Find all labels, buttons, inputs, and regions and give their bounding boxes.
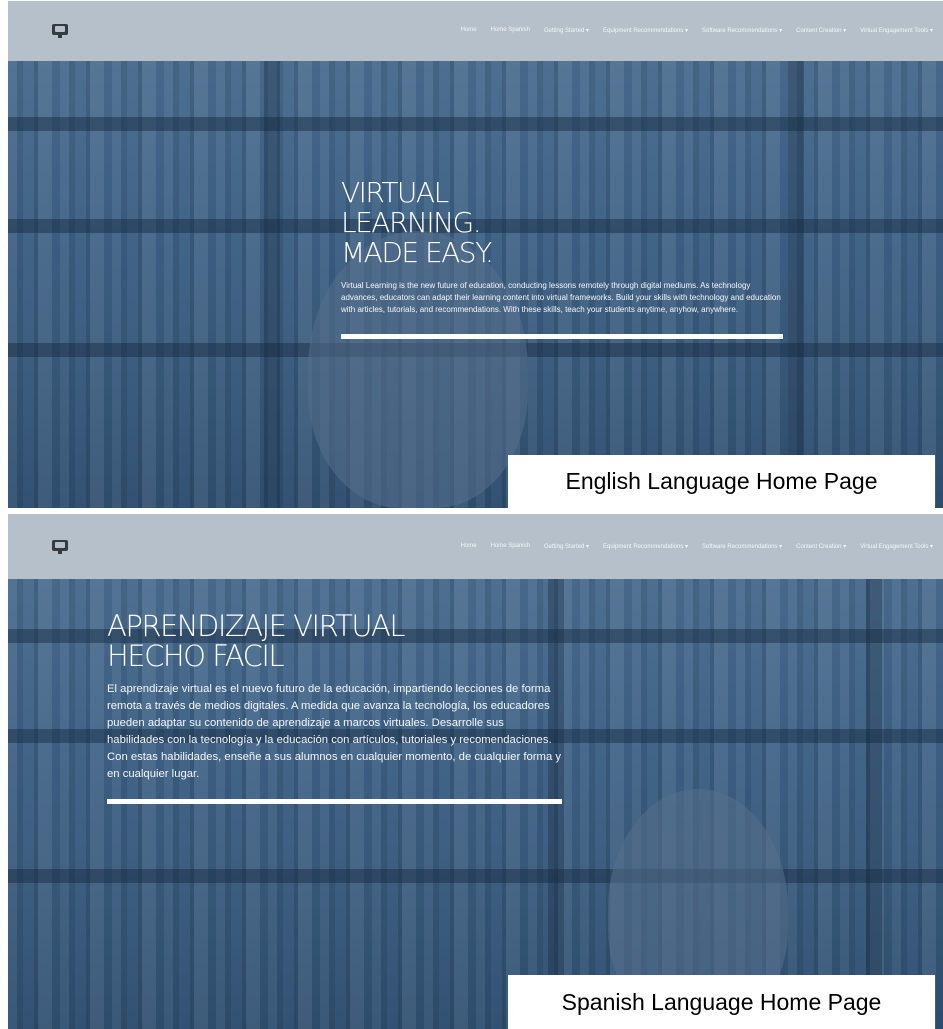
nav-home[interactable]: Home bbox=[461, 543, 477, 550]
nav-virtual-engagement-tools[interactable]: Virtual Engagement Tools ▾ bbox=[860, 543, 933, 550]
nav-content-creation[interactable]: Content Creation ▾ bbox=[796, 27, 846, 34]
hero-description: Virtual Learning is the new future of ed… bbox=[341, 281, 781, 314]
hero-divider bbox=[107, 799, 562, 804]
nav-menu: Home Home Spanish Getting Started ▾ Equi… bbox=[461, 543, 933, 550]
nav-equipment-recommendations[interactable]: Equipment Recommendations ▾ bbox=[603, 543, 688, 550]
hero-title-line: HECHO FACIL bbox=[107, 639, 285, 673]
nav-home-spanish[interactable]: Home Spanish bbox=[491, 27, 530, 34]
hero-title-line: APRENDIZAJE VIRTUAL bbox=[107, 609, 406, 643]
nav-home[interactable]: Home bbox=[461, 27, 477, 34]
hero-title-line: VIRTUAL bbox=[341, 176, 449, 209]
hero-title: APRENDIZAJE VIRTUAL HECHO FACIL bbox=[107, 611, 467, 671]
nav-home-spanish[interactable]: Home Spanish bbox=[491, 543, 530, 550]
monitor-icon[interactable] bbox=[52, 24, 68, 38]
nav-virtual-engagement-tools[interactable]: Virtual Engagement Tools ▾ bbox=[860, 27, 933, 34]
english-home-screenshot: Home Home Spanish Getting Started ▾ Equi… bbox=[8, 1, 943, 508]
navbar: Home Home Spanish Getting Started ▾ Equi… bbox=[8, 514, 943, 579]
spanish-home-screenshot: Home Home Spanish Getting Started ▾ Equi… bbox=[8, 514, 943, 1029]
hero-title-line: LEARNING. bbox=[341, 206, 482, 239]
nav-getting-started[interactable]: Getting Started ▾ bbox=[544, 543, 589, 550]
hero-section: VIRTUAL LEARNING. MADE EASY. Virtual Lea… bbox=[341, 178, 791, 339]
nav-software-recommendations[interactable]: Software Recommendations ▾ bbox=[702, 27, 782, 34]
hero-description: El aprendizaje virtual es el nuevo futur… bbox=[107, 683, 562, 780]
nav-software-recommendations[interactable]: Software Recommendations ▾ bbox=[702, 543, 782, 550]
hero-divider bbox=[341, 334, 783, 339]
caption-english: English Language Home Page bbox=[508, 455, 935, 508]
nav-menu: Home Home Spanish Getting Started ▾ Equi… bbox=[461, 27, 933, 34]
hero-title-line: MADE EASY. bbox=[341, 236, 494, 269]
nav-getting-started[interactable]: Getting Started ▾ bbox=[544, 27, 589, 34]
navbar: Home Home Spanish Getting Started ▾ Equi… bbox=[8, 1, 943, 61]
caption-spanish: Spanish Language Home Page bbox=[508, 975, 935, 1029]
monitor-icon[interactable] bbox=[52, 540, 68, 554]
hero-title: VIRTUAL LEARNING. MADE EASY. bbox=[341, 178, 561, 268]
hero-section: APRENDIZAJE VIRTUAL HECHO FACIL El apren… bbox=[107, 611, 567, 804]
nav-content-creation[interactable]: Content Creation ▾ bbox=[796, 543, 846, 550]
nav-equipment-recommendations[interactable]: Equipment Recommendations ▾ bbox=[603, 27, 688, 34]
